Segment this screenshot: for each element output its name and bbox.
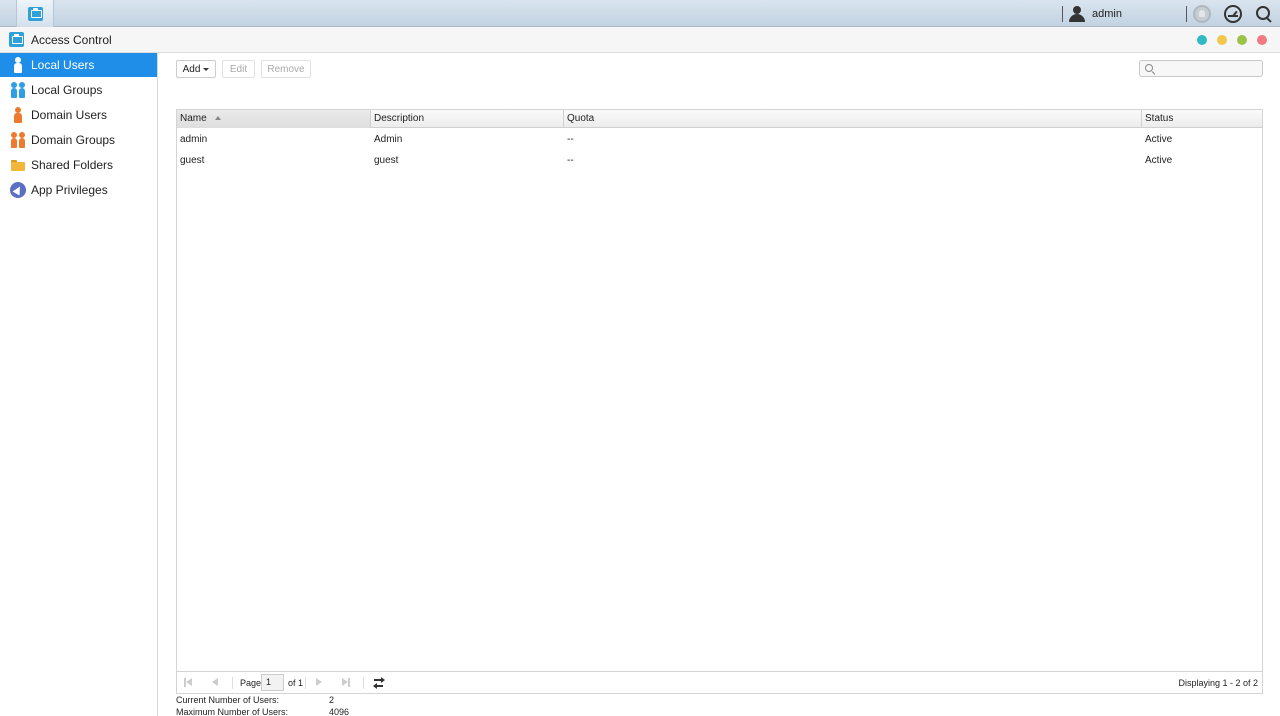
column-header-label: Name: [180, 113, 207, 124]
current-users-row: Current Number of Users: 2: [176, 695, 476, 707]
cell-description: Admin: [374, 134, 403, 145]
user-icon: [10, 57, 26, 73]
column-header-status[interactable]: Status: [1142, 110, 1262, 128]
search-icon[interactable]: [1255, 5, 1273, 23]
sidebar-item-domain-groups[interactable]: Domain Groups: [0, 128, 157, 152]
search-icon: [1145, 64, 1155, 74]
sidebar-item-label: Local Users: [31, 58, 95, 72]
sidebar-item-label: App Privileges: [31, 183, 108, 197]
taskbar: admin: [0, 0, 1280, 27]
search-field[interactable]: [1139, 60, 1263, 77]
cell-name: admin: [180, 134, 208, 145]
table-row[interactable]: guest guest -- Active: [177, 150, 1262, 171]
table-row[interactable]: admin Admin -- Active: [177, 129, 1262, 150]
search-input[interactable]: [1158, 62, 1258, 75]
close-button[interactable]: [1257, 35, 1267, 45]
group-icon: [10, 82, 26, 98]
user-avatar-icon[interactable]: [1068, 5, 1086, 23]
refresh-icon[interactable]: [373, 677, 385, 689]
taskbar-username[interactable]: admin: [1092, 8, 1122, 20]
column-header-name[interactable]: Name: [177, 110, 371, 128]
cell-status: Active: [1145, 155, 1173, 166]
domain-user-icon: [10, 107, 26, 123]
domain-group-icon: [10, 132, 26, 148]
sidebar-item-label: Shared Folders: [31, 158, 114, 172]
add-button-label: Add: [182, 63, 201, 75]
sidebar-item-label: Local Groups: [31, 83, 103, 97]
access-control-window: Access Control Local Users Local Groups …: [0, 27, 1280, 716]
taskbar-separator: [1062, 6, 1063, 22]
first-page-icon[interactable]: [182, 677, 194, 688]
sidebar: Local Users Local Groups Domain Users Do…: [0, 53, 158, 716]
cell-description: guest: [374, 155, 399, 166]
last-page-icon[interactable]: [340, 677, 352, 688]
access-control-icon: [9, 32, 24, 47]
page-count-label: of 1: [288, 678, 304, 688]
pager-separator: [305, 677, 306, 689]
taskbar-separator: [1186, 6, 1187, 22]
window-title: Access Control: [31, 33, 112, 47]
sidebar-item-local-groups[interactable]: Local Groups: [0, 78, 157, 102]
app-privileges-icon: [10, 182, 26, 198]
chevron-down-icon: [203, 67, 210, 71]
edit-button[interactable]: Edit: [222, 60, 255, 78]
taskbar-access-control-button[interactable]: [16, 0, 54, 27]
display-count-text: Displaying 1 - 2 of 2: [1178, 678, 1258, 688]
window-titlebar[interactable]: Access Control: [0, 27, 1280, 53]
table-header: Name Description Quota Status: [177, 110, 1262, 128]
cell-quota: --: [567, 134, 574, 145]
sort-ascending-icon: [214, 116, 221, 121]
main-panel: Add Edit Remove Name Description Quota S…: [158, 53, 1280, 716]
column-header-description[interactable]: Description: [371, 110, 564, 128]
max-users-row: Maximum Number of Users: 4096: [176, 707, 476, 716]
pagination-bar: Page 1 of 1 Displaying 1 - 2 of 2: [176, 672, 1263, 694]
current-users-value: 2: [329, 695, 335, 705]
add-button[interactable]: Add: [176, 60, 216, 78]
sidebar-item-domain-users[interactable]: Domain Users: [0, 103, 157, 127]
access-control-icon: [27, 6, 43, 21]
page-number-input[interactable]: 1: [261, 674, 284, 691]
previous-page-icon[interactable]: [209, 677, 221, 688]
page-label: Page: [240, 678, 262, 688]
sidebar-item-local-users[interactable]: Local Users: [0, 53, 157, 77]
cell-name: guest: [180, 155, 205, 166]
cell-status: Active: [1145, 134, 1173, 145]
notification-icon[interactable]: [1193, 5, 1211, 23]
max-users-label: Maximum Number of Users:: [176, 707, 289, 716]
pager-separator: [363, 677, 364, 689]
max-users-value: 4096: [329, 707, 350, 716]
maximize-button[interactable]: [1237, 35, 1247, 45]
minimize-button[interactable]: [1217, 35, 1227, 45]
pager-separator: [232, 677, 233, 689]
sidebar-item-shared-folders[interactable]: Shared Folders: [0, 153, 157, 177]
next-page-icon[interactable]: [313, 677, 325, 688]
folder-icon: [10, 157, 26, 173]
current-users-label: Current Number of Users:: [176, 695, 280, 705]
users-table: Name Description Quota Status admin Admi…: [176, 109, 1263, 672]
dashboard-icon[interactable]: [1224, 5, 1242, 23]
sidebar-item-label: Domain Users: [31, 108, 108, 122]
window-teal-button[interactable]: [1197, 35, 1207, 45]
sidebar-item-label: Domain Groups: [31, 133, 116, 147]
column-header-quota[interactable]: Quota: [564, 110, 1142, 128]
cell-quota: --: [567, 155, 574, 166]
remove-button[interactable]: Remove: [261, 60, 311, 78]
sidebar-item-app-privileges[interactable]: App Privileges: [0, 178, 157, 202]
